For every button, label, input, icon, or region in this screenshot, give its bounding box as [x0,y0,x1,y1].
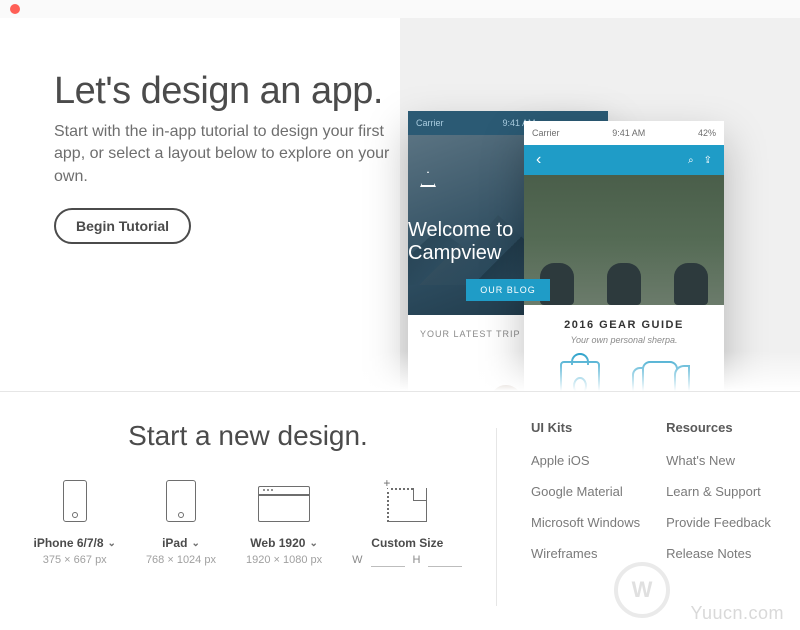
hero-section: Let's design an app. Start with the in-a… [0,18,800,392]
link-release-notes[interactable]: Release Notes [666,546,771,561]
preset-iphone[interactable]: iPhone 6/7/8 ⌄ 375 × 667 px [34,480,116,567]
new-design-title: Start a new design. [0,420,496,452]
link-wireframes[interactable]: Wireframes [531,546,640,561]
mock-gear-title: 2016 GEAR GUIDE [524,319,724,331]
chevron-down-icon: ⌄ [191,538,199,549]
link-learn-support[interactable]: Learn & Support [666,484,771,499]
watermark-text: Yuucn.com [690,603,784,624]
chevron-down-icon: ⌄ [108,538,116,549]
back-icon: ‹ [536,151,541,169]
preset-ipad[interactable]: iPad ⌄ 768 × 1024 px [146,480,216,567]
preset-custom[interactable]: + Custom Size W H [352,480,462,567]
status-carrier: Carrier [532,128,560,138]
browser-icon [258,486,310,522]
search-icon: ⌕ [688,155,694,166]
custom-width-input[interactable] [371,554,405,567]
preset-dim: 1920 × 1080 px [246,554,322,566]
bottom-section: Start a new design. iPhone 6/7/8 ⌄ 375 × … [0,392,800,630]
triangle-logo-icon [420,171,436,187]
begin-tutorial-button[interactable]: Begin Tutorial [54,208,191,244]
chevron-down-icon: ⌄ [309,538,317,549]
link-whats-new[interactable]: What's New [666,453,771,468]
link-microsoft-windows[interactable]: Microsoft Windows [531,515,640,530]
iphone-icon [63,480,87,522]
preset-label: iPhone 6/7/8 [34,536,104,550]
custom-height-input[interactable] [428,554,462,567]
custom-page-icon: + [387,488,427,522]
jacket-icon [632,361,688,392]
preset-dim: 768 × 1024 px [146,554,216,566]
titlebar [0,0,800,18]
mock-blog-button: OUR BLOG [466,279,550,301]
width-label: W [352,554,362,567]
preset-label: Web 1920 [250,536,305,550]
link-google-material[interactable]: Google Material [531,484,640,499]
link-provide-feedback[interactable]: Provide Feedback [666,515,771,530]
hero-title: Let's design an app. [54,70,394,113]
status-time: 9:41 AM [612,128,645,138]
avatar [488,383,524,392]
preset-dim: 375 × 667 px [43,554,107,566]
share-icon: ⇪ [704,155,712,166]
link-apple-ios[interactable]: Apple iOS [531,453,640,468]
status-battery: 42% [698,128,716,138]
status-carrier: Carrier [416,118,444,128]
preset-label: Custom Size [371,536,443,550]
mock-gear-subtitle: Your own personal sherpa. [524,335,724,345]
column-title: Resources [666,420,771,435]
lantern-icon [560,361,600,392]
mock-welcome-text: Welcome to Campview [408,219,608,265]
preset-label: iPad [162,536,187,550]
ipad-icon [166,480,196,522]
preset-web[interactable]: Web 1920 ⌄ 1920 × 1080 px [246,480,322,567]
hero-subtitle: Start with the in-app tutorial to design… [54,121,394,188]
watermark-badge: W [614,562,670,618]
resources-column: Resources What's New Learn & Support Pro… [666,420,771,630]
height-label: H [413,554,421,567]
column-title: UI Kits [531,420,640,435]
close-icon[interactable] [10,4,20,14]
